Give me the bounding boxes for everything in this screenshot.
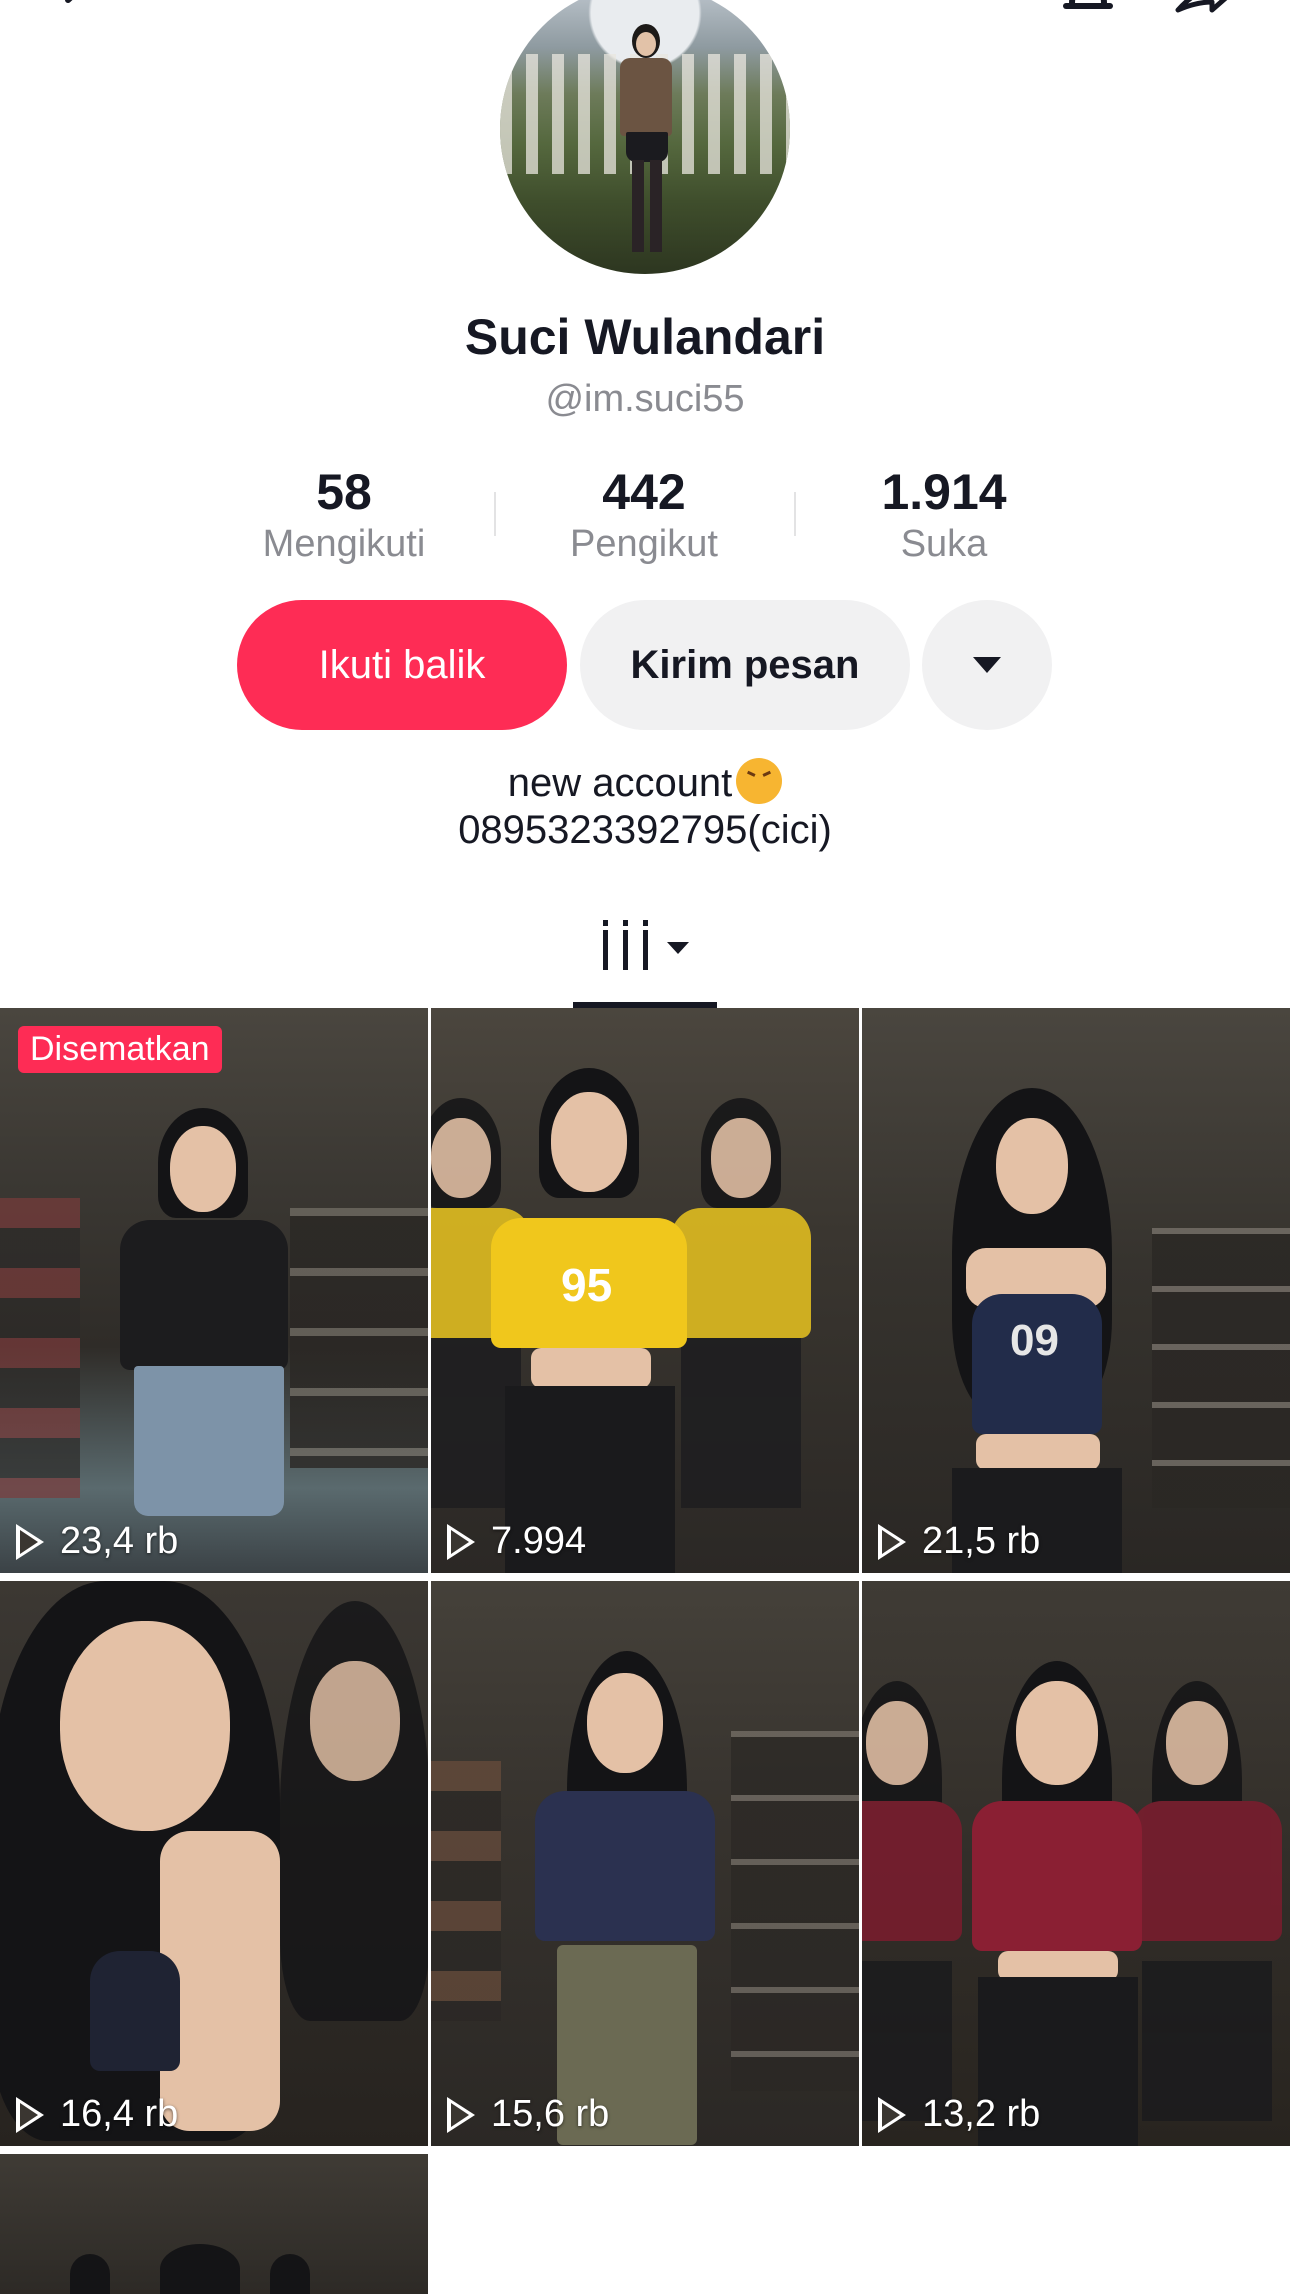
view-count-text: 21,5 rb bbox=[922, 1520, 1041, 1562]
video-thumbnail[interactable]: 95 7.994 bbox=[431, 1008, 859, 1573]
bio-line-2: 0895323392795(cici) bbox=[458, 808, 832, 852]
video-scene bbox=[0, 1008, 428, 1573]
play-icon bbox=[447, 2096, 475, 2133]
stat-followers[interactable]: 442 Pengikut bbox=[494, 462, 794, 566]
content-tabs bbox=[0, 900, 1290, 1008]
avatar-person bbox=[618, 24, 674, 254]
stat-followers-value: 442 bbox=[602, 464, 686, 520]
video-scene bbox=[0, 1581, 428, 2146]
share-icon[interactable] bbox=[1172, 0, 1232, 28]
view-count: 13,2 rb bbox=[878, 2093, 1040, 2136]
video-thumbnail[interactable]: Disematkan 23,4 rb bbox=[0, 1008, 428, 1573]
send-message-button[interactable]: Kirim pesan bbox=[580, 600, 910, 730]
caret-down-icon bbox=[973, 657, 1001, 673]
stat-likes-value: 1.914 bbox=[881, 464, 1007, 520]
avatar[interactable] bbox=[500, 0, 790, 274]
grid-icon bbox=[603, 920, 649, 970]
follow-back-button[interactable]: Ikuti balik bbox=[237, 600, 567, 730]
bio-text: new account bbox=[507, 761, 733, 805]
view-count: 21,5 rb bbox=[878, 1520, 1040, 1563]
view-count: 23,4 rb bbox=[16, 1520, 178, 1563]
video-scene: 95 bbox=[431, 1008, 859, 1573]
stat-following-value: 58 bbox=[316, 464, 372, 520]
video-scene bbox=[431, 1581, 859, 2146]
video-thumbnail[interactable]: 13,2 rb bbox=[862, 1581, 1290, 2146]
view-count: 16,4 rb bbox=[16, 2093, 178, 2136]
confounded-face-emoji bbox=[736, 758, 783, 804]
bio-line-1: new account bbox=[0, 758, 1290, 806]
video-thumbnail[interactable] bbox=[0, 2154, 428, 2294]
bell-icon[interactable] bbox=[1058, 0, 1118, 28]
video-thumbnail[interactable]: 09 21,5 rb bbox=[862, 1008, 1290, 1573]
username: @im.suci55 bbox=[545, 378, 745, 420]
view-count-text: 16,4 rb bbox=[60, 2093, 179, 2135]
play-icon bbox=[16, 1523, 44, 1560]
pinned-badge: Disematkan bbox=[18, 1026, 222, 1073]
view-count-text: 13,2 rb bbox=[922, 2093, 1041, 2135]
play-icon bbox=[878, 2096, 906, 2133]
view-count-text: 15,6 rb bbox=[491, 2093, 610, 2135]
play-icon bbox=[16, 2096, 44, 2133]
back-arrow-icon[interactable] bbox=[48, 0, 108, 28]
stat-likes[interactable]: 1.914 Suka bbox=[794, 462, 1094, 566]
stat-following[interactable]: 58 Mengikuti bbox=[194, 462, 494, 566]
view-count: 7.994 bbox=[447, 1520, 586, 1563]
view-count-text: 23,4 rb bbox=[60, 1520, 179, 1562]
chevron-down-icon bbox=[667, 942, 689, 954]
stat-likes-label: Suka bbox=[900, 523, 988, 565]
video-thumbnail[interactable]: 16,4 rb bbox=[0, 1581, 428, 2146]
video-scene: 09 bbox=[862, 1008, 1290, 1573]
view-count: 15,6 rb bbox=[447, 2093, 609, 2136]
play-icon bbox=[878, 1523, 906, 1560]
stat-following-label: Mengikuti bbox=[262, 523, 426, 565]
more-options-button[interactable] bbox=[922, 600, 1052, 730]
tab-videos-grid[interactable] bbox=[573, 900, 717, 1008]
play-icon bbox=[447, 1523, 475, 1560]
view-count-text: 7.994 bbox=[491, 1520, 587, 1562]
video-scene bbox=[0, 2154, 428, 2294]
video-scene bbox=[862, 1581, 1290, 2146]
video-thumbnail[interactable]: 15,6 rb bbox=[431, 1581, 859, 2146]
display-name: Suci Wulandari bbox=[464, 309, 826, 365]
stat-followers-label: Pengikut bbox=[570, 523, 718, 565]
